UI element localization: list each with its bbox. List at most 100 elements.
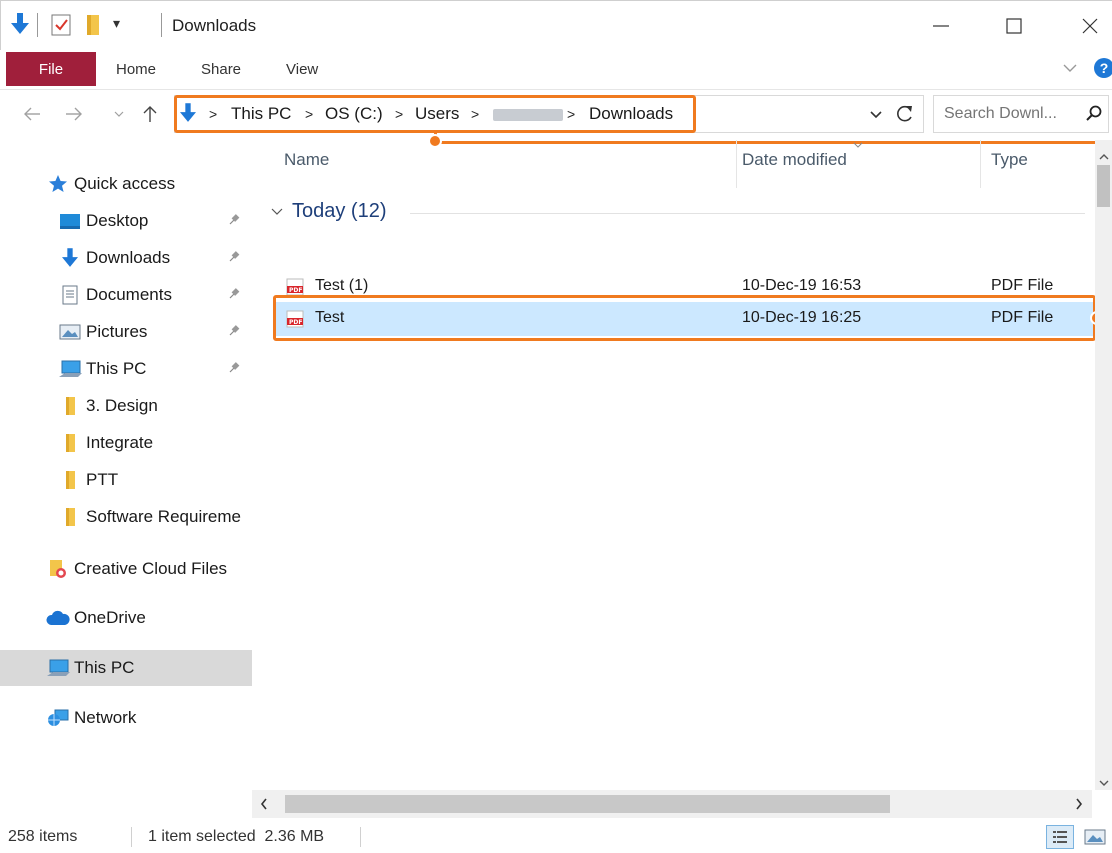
address-dropdown-icon[interactable] [869, 108, 883, 126]
group-divider [410, 213, 1085, 214]
scroll-right-icon[interactable] [1075, 797, 1083, 815]
column-divider[interactable] [736, 140, 737, 188]
download-arrow-icon[interactable] [11, 13, 29, 35]
sidebar-item-pictures[interactable]: Pictures [0, 315, 252, 349]
title-bar: ▾ Downloads [0, 0, 1112, 50]
sidebar-item-label: This PC [74, 658, 135, 677]
qat-dropdown-icon[interactable]: ▾ [113, 15, 120, 32]
title-divider [161, 13, 162, 37]
sort-chevron-icon [853, 136, 863, 154]
status-divider [360, 827, 361, 847]
sidebar-item-network[interactable]: Network [0, 701, 252, 735]
pin-icon[interactable] [228, 361, 240, 377]
file-name: Test (1) [315, 277, 369, 294]
search-input[interactable] [942, 102, 1077, 126]
file-date: 10-Dec-19 16:53 [742, 277, 862, 294]
tab-view[interactable]: View [286, 50, 318, 88]
sidebar-item-ptt[interactable]: PTT [0, 463, 252, 497]
folder-icon [58, 432, 82, 454]
selection-highlight [273, 295, 1096, 341]
item-count: 258 items [8, 828, 78, 845]
sidebar-item-documents[interactable]: Documents [0, 278, 252, 312]
group-header-today[interactable]: Today (12) [270, 200, 387, 223]
tab-file[interactable]: File [6, 52, 96, 86]
close-button[interactable] [1067, 6, 1112, 46]
navigation-pane: Quick access Desktop Downloads Documents [0, 140, 252, 820]
tab-home[interactable]: Home [116, 50, 156, 88]
sidebar-item-this-pc-pinned[interactable]: This PC [0, 352, 252, 386]
computer-icon [58, 358, 82, 380]
sidebar-item-label: Downloads [86, 248, 171, 267]
network-icon [46, 707, 70, 729]
sidebar-item-desktop[interactable]: Desktop [0, 204, 252, 238]
help-icon[interactable]: ? [1094, 58, 1112, 78]
sidebar-item-software-requirements[interactable]: Software Requireme [0, 500, 252, 534]
column-header-type[interactable]: Type [991, 150, 1028, 170]
back-button[interactable] [18, 98, 46, 130]
expand-ribbon-icon[interactable] [1062, 60, 1078, 81]
sidebar-item-3-design[interactable]: 3. Design [0, 389, 252, 423]
file-type: PDF File [991, 277, 1054, 294]
pin-icon[interactable] [228, 250, 240, 266]
sidebar-item-label: This PC [86, 359, 147, 378]
download-icon [58, 247, 82, 269]
sidebar-item-label: Documents [86, 285, 172, 304]
forward-button[interactable] [60, 98, 88, 130]
minimize-button[interactable] [918, 6, 964, 46]
search-icon[interactable] [1086, 105, 1102, 126]
ribbon-tabs: File Home Share View ? [0, 50, 1112, 90]
folder-icon [58, 469, 82, 491]
computer-icon [46, 657, 70, 679]
sidebar-item-label: PTT [86, 470, 119, 489]
pin-icon[interactable] [228, 287, 240, 303]
sidebar-item-label: 3. Design [86, 396, 158, 415]
details-view-icon[interactable] [1046, 825, 1074, 849]
sidebar-item-label: Pictures [86, 322, 148, 341]
sidebar-item-label: Software Requireme [86, 507, 241, 526]
star-icon [46, 173, 70, 195]
selection-info: 1 item selected 2.36 MB [148, 828, 325, 845]
tab-share[interactable]: Share [201, 50, 241, 88]
refresh-icon[interactable] [895, 104, 915, 129]
svg-text:PDF: PDF [289, 287, 302, 294]
documents-icon [58, 284, 82, 306]
collapse-chevron-icon[interactable] [270, 200, 284, 223]
qat-divider [37, 13, 38, 37]
sidebar-item-label: Integrate [86, 433, 154, 452]
column-header-date[interactable]: Date modified [742, 150, 847, 170]
column-divider[interactable] [980, 140, 981, 188]
status-bar: 258 items 1 item selected 2.36 MB [0, 820, 1112, 853]
sidebar-item-quick-access[interactable]: Quick access [0, 167, 252, 201]
column-header-name[interactable]: Name [284, 150, 329, 170]
search-box[interactable] [933, 95, 1109, 133]
vertical-scrollbar[interactable] [1095, 140, 1112, 790]
sidebar-item-creative-cloud[interactable]: Creative Cloud Files [0, 552, 252, 586]
creative-cloud-icon [46, 558, 70, 580]
group-label: Today (12) [292, 200, 387, 222]
sidebar-item-label: Quick access [74, 174, 176, 193]
sidebar-item-label: OneDrive [74, 608, 146, 627]
scroll-down-icon[interactable] [1099, 774, 1109, 792]
maximize-button[interactable] [991, 6, 1037, 46]
large-icons-view-icon[interactable] [1084, 827, 1106, 852]
sidebar-item-downloads[interactable]: Downloads [0, 241, 252, 275]
cloud-icon [46, 607, 70, 629]
horizontal-scroll-thumb[interactable] [285, 795, 890, 813]
vertical-scroll-thumb[interactable] [1097, 165, 1110, 207]
new-folder-icon[interactable] [79, 12, 105, 38]
scroll-left-icon[interactable] [260, 797, 268, 815]
scroll-up-icon[interactable] [1099, 148, 1109, 166]
folder-icon [58, 506, 82, 528]
properties-icon[interactable] [49, 13, 73, 37]
sidebar-item-onedrive[interactable]: OneDrive [0, 601, 252, 635]
sidebar-item-integrate[interactable]: Integrate [0, 426, 252, 460]
file-list[interactable] [252, 140, 1095, 790]
desktop-icon [58, 210, 82, 232]
pin-icon[interactable] [228, 213, 240, 229]
pin-icon[interactable] [228, 324, 240, 340]
status-divider [131, 827, 132, 847]
sidebar-item-this-pc[interactable]: This PC [0, 650, 252, 686]
sidebar-item-label: Desktop [86, 211, 149, 230]
recent-locations-icon[interactable] [110, 98, 128, 130]
up-button[interactable] [138, 98, 162, 130]
